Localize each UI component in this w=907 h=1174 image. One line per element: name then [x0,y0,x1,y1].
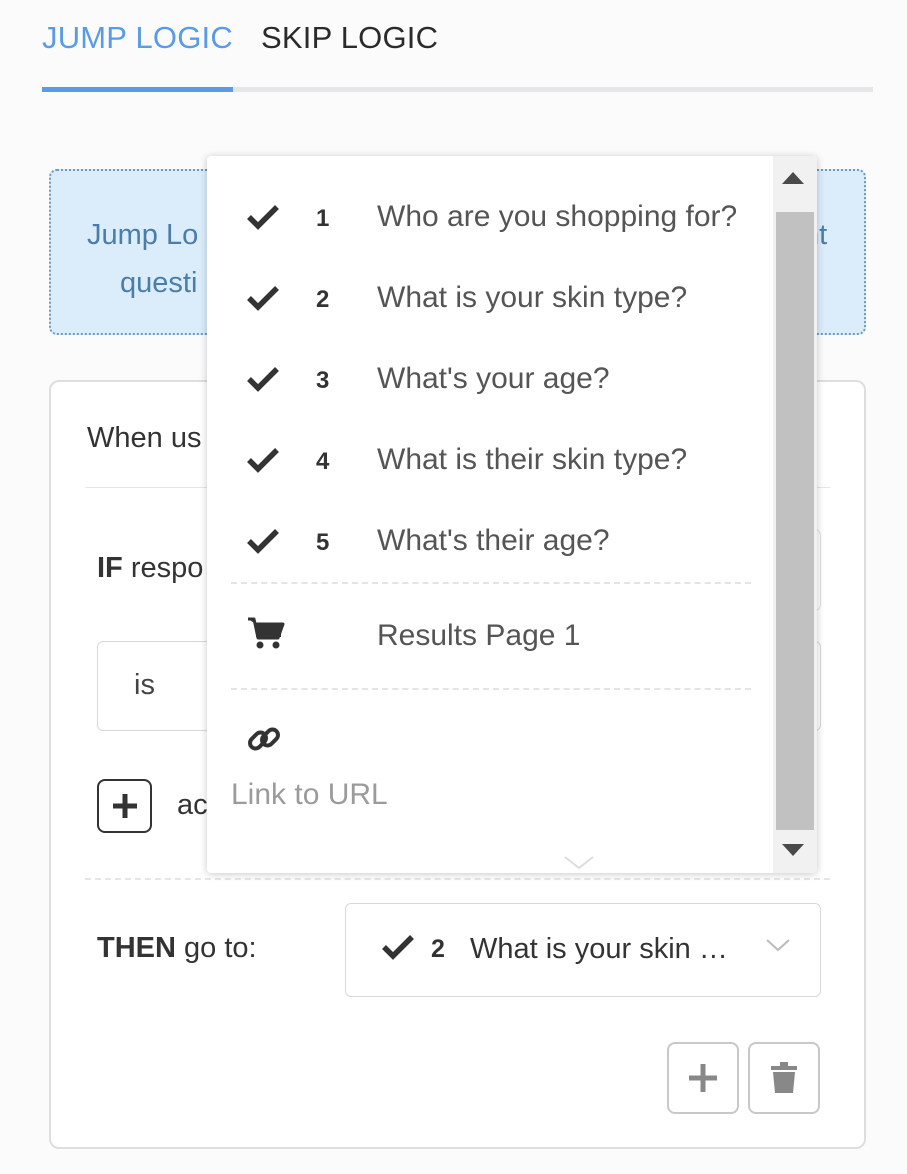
delete-rule-button[interactable] [748,1042,820,1114]
tab-skip-logic[interactable]: SKIP LOGIC [261,20,438,56]
option-text: Who are you shopping for? [377,200,738,233]
goto-text: What is your skin … [470,933,728,965]
results-page-option[interactable]: Results Page 1 [377,619,580,653]
chevron-down-icon [564,856,594,870]
tab-jump-logic[interactable]: JUMP LOGIC [42,20,233,56]
add-rule-button[interactable] [667,1042,739,1114]
dropdown-option-3[interactable]: 3 What's your age? [207,330,772,410]
option-number: 1 [316,205,330,232]
scroll-up-arrow-icon[interactable] [782,172,804,184]
chevron-down-icon [766,939,790,952]
if-rest: respo [122,552,204,584]
link-icon [248,727,280,751]
option-text: What's your age? [377,362,610,395]
scrollbar-thumb[interactable] [776,212,814,830]
info-text-left-2: questi [120,267,198,299]
option-number: 2 [316,286,330,313]
option-number: 4 [316,448,330,475]
dropdown-option-1[interactable]: 1 Who are you shopping for? [207,168,772,248]
option-number: 5 [316,529,330,556]
link-to-url-option[interactable]: Link to URL [231,778,388,812]
if-keyword: IF [97,552,123,584]
then-keyword: THEN [97,932,176,964]
check-icon [247,367,279,392]
check-icon [247,529,279,554]
option-text: What is your skin type? [377,281,688,314]
logic-tabs: JUMP LOGIC SKIP LOGIC [42,0,873,92]
option-text: What's their age? [377,524,610,557]
dropdown-separator [231,688,751,690]
goto-select[interactable]: 2 What is your skin … [345,903,821,997]
info-text-left: Jump Lo [87,219,199,251]
check-icon [247,448,279,473]
dropdown-separator [231,582,751,584]
if-label: IF respo [97,552,203,585]
option-number: 3 [316,367,330,394]
active-tab-indicator [42,87,233,92]
option-text: What is their skin type? [377,443,688,476]
plus-icon [112,794,137,818]
plus-icon [689,1064,717,1092]
add-condition-button[interactable] [97,779,152,833]
goto-number: 2 [431,935,445,963]
dropdown-option-2[interactable]: 2 What is your skin type? [207,249,772,329]
goto-dropdown: 1 Who are you shopping for? 2 What is yo… [207,156,817,873]
check-icon [247,286,279,311]
cart-icon [248,617,285,649]
dropdown-option-4[interactable]: 4 What is their skin type? [207,411,772,491]
add-condition-label[interactable]: ac [177,789,208,822]
condition-value: is [134,669,155,701]
then-label: THEN go to: [97,932,257,965]
divider [85,878,830,880]
check-icon [247,205,279,230]
scroll-down-arrow-icon[interactable] [782,844,804,856]
when-label: When us [87,422,202,454]
trash-icon [771,1062,797,1093]
check-icon [382,935,414,960]
then-rest: go to: [175,932,257,964]
dropdown-option-5[interactable]: 5 What's their age? [207,492,772,572]
